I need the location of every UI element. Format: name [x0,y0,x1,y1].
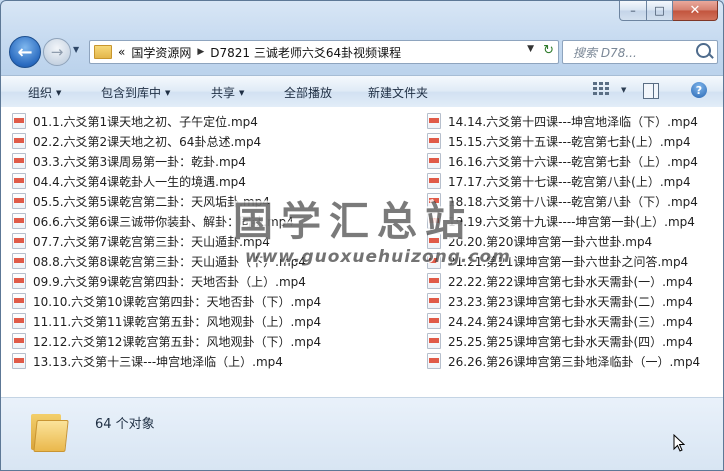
file-item[interactable]: 12.12.六爻第12课乾宫第五卦：风地观卦（下）.mp4 [12,331,321,351]
file-item[interactable]: 22.22.第22课坤宫第七卦水天需卦(一）.mp4 [427,271,700,291]
video-file-icon [427,293,441,309]
video-file-icon [12,333,26,349]
file-item[interactable]: 23.23.第23课坤宫第七卦水天需卦(二）.mp4 [427,291,700,311]
forward-arrow-icon: → [50,43,64,61]
change-view-icon[interactable] [593,82,609,96]
file-item[interactable]: 26.26.第26课坤宫第三卦地泽临卦（一）.mp4 [427,351,700,371]
video-file-icon [427,153,441,169]
breadcrumb-root[interactable]: 国学资源网 [131,44,191,61]
organize-button[interactable]: 组织 ▼ [28,84,61,101]
video-file-icon [12,113,26,129]
file-item[interactable]: 03.3.六爻第3课周易第一卦：乾卦.mp4 [12,151,321,171]
search-placeholder: 搜索 D78... [573,45,637,60]
file-item[interactable]: 11.11.六爻第11课乾宫第五卦：风地观卦（上）.mp4 [12,311,321,331]
file-list: 01.1.六爻第1课天地之初、子午定位.mp4 02.2.六爻第2课天地之初、64… [1,107,723,398]
file-name: 26.26.第26课坤宫第三卦地泽临卦（一）.mp4 [448,354,701,369]
file-item[interactable]: 09.9.六爻第9课乾宫第四卦：天地否卦（上）.mp4 [12,271,321,291]
file-name: 12.12.六爻第12课乾宫第五卦：风地观卦（下）.mp4 [33,334,322,349]
video-file-icon [427,133,441,149]
breadcrumb-current[interactable]: D7821 三诚老师六爻64卦视频课程 [210,44,401,61]
video-file-icon [12,233,26,249]
item-count: 64 个对象 [95,417,155,432]
video-file-icon [427,113,441,129]
back-button[interactable]: ← [9,36,41,68]
file-name: 04.4.六爻第4课乾卦人一生的境遇.mp4 [33,174,246,189]
video-file-icon [12,293,26,309]
video-file-icon [12,213,26,229]
new-folder-button[interactable]: 新建文件夹 [368,84,428,101]
caption-buttons: – □ ✕ [619,1,718,21]
file-name: 10.10.六爻第10课乾宫第四卦：天地否卦（下）.mp4 [33,294,322,309]
file-name: 03.3.六爻第3课周易第一卦：乾卦.mp4 [33,154,246,169]
video-file-icon [427,353,441,369]
play-all-button[interactable]: 全部播放 [284,84,332,101]
video-file-icon [12,153,26,169]
breadcrumb-separator-icon[interactable]: ▶ [197,47,204,57]
address-bar[interactable]: « 国学资源网 ▶ D7821 三诚老师六爻64卦视频课程 ▼ ↻ [89,40,559,64]
back-arrow-icon: ← [17,41,33,63]
file-item[interactable]: 14.14.六爻第十四课---坤宫地泽临（下）.mp4 [427,111,700,131]
video-file-icon [12,133,26,149]
video-file-icon [427,313,441,329]
command-bar: 组织 ▼ 包含到库中 ▼ 共享 ▼ 全部播放 新建文件夹 ▼ ? [1,75,723,108]
file-name: 01.1.六爻第1课天地之初、子午定位.mp4 [33,114,258,129]
file-name: 02.2.六爻第2课天地之初、64卦总述.mp4 [33,134,262,149]
details-pane: 64 个对象 [1,398,723,470]
video-file-icon [427,273,441,289]
file-name: 14.14.六爻第十四课---坤宫地泽临（下）.mp4 [448,114,698,129]
help-icon[interactable]: ? [691,82,707,98]
file-item[interactable]: 04.4.六爻第4课乾卦人一生的境遇.mp4 [12,171,321,191]
file-name: 13.13.六爻第十三课---坤宫地泽临（上）.mp4 [33,354,283,369]
file-name: 16.16.六爻第十六课---乾宫第七卦（上）.mp4 [448,154,698,169]
file-item[interactable]: 10.10.六爻第10课乾宫第四卦：天地否卦（下）.mp4 [12,291,321,311]
view-options-dropdown-icon[interactable]: ▼ [621,86,626,94]
minimize-button[interactable]: – [619,1,647,21]
close-button[interactable]: ✕ [673,1,718,21]
recent-pages-dropdown[interactable]: ▼ [73,45,79,54]
maximize-button[interactable]: □ [647,1,673,21]
folder-icon [94,45,112,59]
video-file-icon [12,193,26,209]
file-item[interactable]: 24.24.第24课坤宫第七卦水天需卦(三）.mp4 [427,311,700,331]
file-name: 25.25.第25课坤宫第七卦水天需卦(四）.mp4 [448,334,693,349]
include-library-button[interactable]: 包含到库中 ▼ [101,84,170,101]
watermark-url: www.guoxuehuizong.com [245,247,511,267]
file-item[interactable]: 25.25.第25课坤宫第七卦水天需卦(四）.mp4 [427,331,700,351]
file-item[interactable]: 13.13.六爻第十三课---坤宫地泽临（上）.mp4 [12,351,321,371]
file-name: 15.15.六爻第十五课---乾宫第七卦(上）.mp4 [448,134,691,149]
file-name: 09.9.六爻第9课乾宫第四卦：天地否卦（上）.mp4 [33,274,306,289]
file-name: 17.17.六爻第十七课---乾宫第八卦(上）.mp4 [448,174,691,189]
file-name: 19.19.六爻第十九课----坤宫第一卦(上）.mp4 [448,214,695,229]
mouse-cursor-icon [673,434,685,452]
navigation-bar: ← → ▼ « 国学资源网 ▶ D7821 三诚老师六爻64卦视频课程 ▼ ↻ … [9,36,719,68]
file-name: 22.22.第22课坤宫第七卦水天需卦(一）.mp4 [448,274,693,289]
file-name: 11.11.六爻第11课乾宫第五卦：风地观卦（上）.mp4 [33,314,322,329]
breadcrumb-history[interactable]: « [118,45,125,59]
preview-pane-icon[interactable] [643,83,659,99]
explorer-window: – □ ✕ ← → ▼ « 国学资源网 ▶ D7821 三诚老师六爻64卦视频课… [0,0,724,471]
file-item[interactable]: 16.16.六爻第十六课---乾宫第七卦（上）.mp4 [427,151,700,171]
watermark-title: 国学汇总站 [233,199,473,245]
file-name: 24.24.第24课坤宫第七卦水天需卦(三）.mp4 [448,314,693,329]
video-file-icon [12,273,26,289]
video-file-icon [12,173,26,189]
refresh-icon[interactable]: ↻ [543,43,554,58]
share-button[interactable]: 共享 ▼ [211,84,244,101]
file-item[interactable]: 15.15.六爻第十五课---乾宫第七卦(上）.mp4 [427,131,700,151]
video-file-icon [427,333,441,349]
file-item[interactable]: 17.17.六爻第十七课---乾宫第八卦(上）.mp4 [427,171,700,191]
file-item[interactable]: 01.1.六爻第1课天地之初、子午定位.mp4 [12,111,321,131]
search-box[interactable]: 搜索 D78... [562,40,718,64]
file-name: 18.18.六爻第十八课---乾宫第八卦（下）.mp4 [448,194,698,209]
forward-button[interactable]: → [43,38,71,66]
video-file-icon [12,353,26,369]
file-item[interactable]: 02.2.六爻第2课天地之初、64卦总述.mp4 [12,131,321,151]
video-file-icon [12,253,26,269]
address-dropdown-icon[interactable]: ▼ [527,44,534,54]
file-name: 23.23.第23课坤宫第七卦水天需卦(二）.mp4 [448,294,693,309]
video-file-icon [12,313,26,329]
video-file-icon [427,173,441,189]
large-folder-icon [31,410,69,452]
search-icon[interactable] [696,43,711,58]
